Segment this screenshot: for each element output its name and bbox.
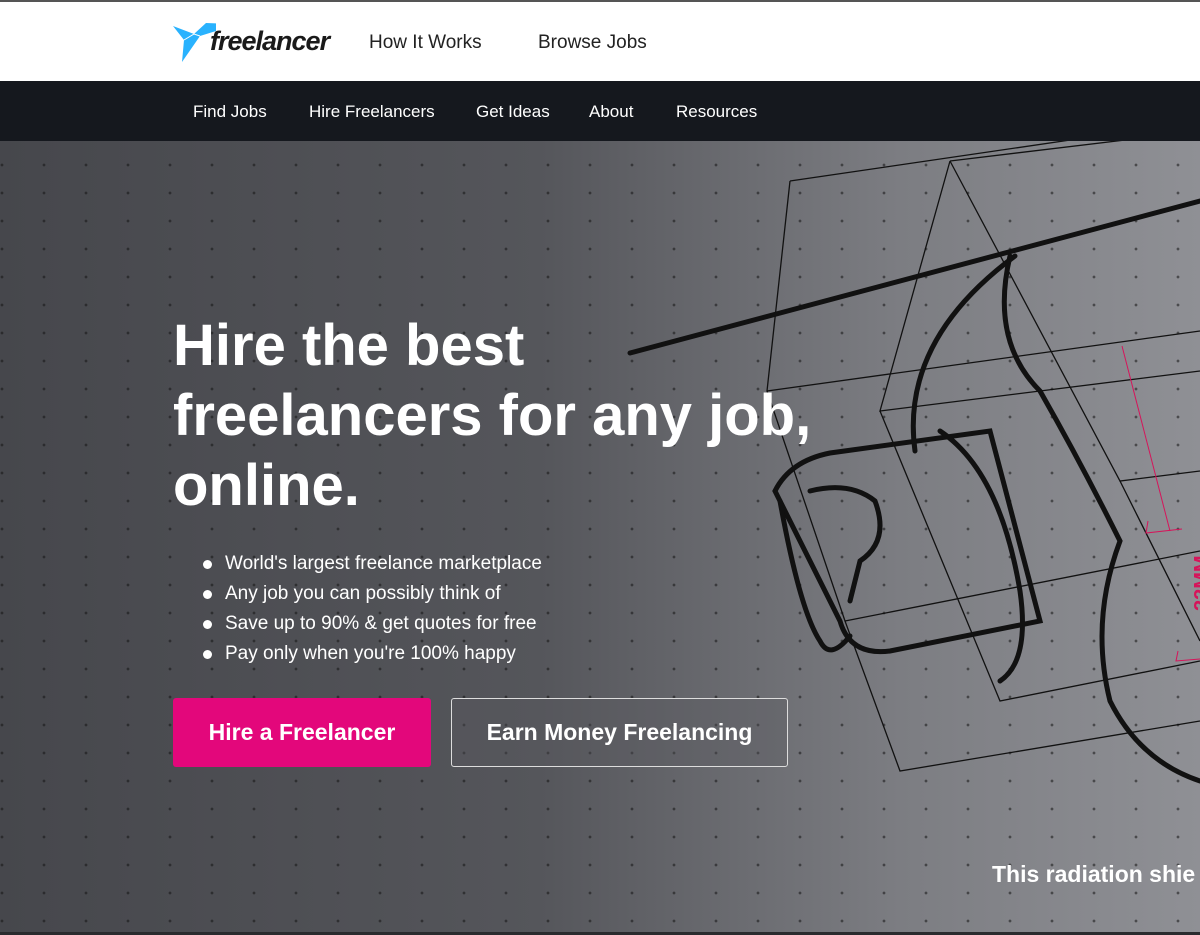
dimension-label: 22MM xyxy=(1191,555,1200,611)
main-nav: Find Jobs Hire Freelancers Get Ideas Abo… xyxy=(0,81,1200,141)
nav-find-jobs[interactable]: Find Jobs xyxy=(193,102,267,122)
hire-freelancer-button[interactable]: Hire a Freelancer xyxy=(173,698,431,767)
headline-line: Hire the best xyxy=(173,313,525,378)
nav-get-ideas[interactable]: Get Ideas xyxy=(476,102,550,122)
list-item: Any job you can possibly think of xyxy=(203,579,542,609)
list-item: World's largest freelance marketplace xyxy=(203,549,542,579)
list-item: Save up to 90% & get quotes for free xyxy=(203,609,542,639)
how-it-works-link[interactable]: How It Works xyxy=(369,32,482,54)
top-header: freelancer How It Works Browse Jobs xyxy=(0,0,1200,81)
earn-money-button[interactable]: Earn Money Freelancing xyxy=(451,698,788,767)
feature-list: World's largest freelance marketplace An… xyxy=(203,549,542,669)
nav-about[interactable]: About xyxy=(589,102,633,122)
browse-jobs-link[interactable]: Browse Jobs xyxy=(538,32,647,54)
sketch-illustration: 22MM xyxy=(627,141,1200,784)
headline-line: online. xyxy=(173,453,360,518)
freelancer-logo[interactable]: freelancer xyxy=(172,20,342,64)
hero-headline: Hire the best freelancers for any job, o… xyxy=(173,311,873,521)
nav-hire-freelancers[interactable]: Hire Freelancers xyxy=(309,102,435,122)
logo-wordmark: freelancer xyxy=(210,26,330,56)
hero-section: 22MM Hire the best freelancers for any j… xyxy=(0,141,1200,935)
image-caption: This radiation shie xyxy=(992,861,1196,887)
headline-line: freelancers for any job, xyxy=(173,383,812,448)
nav-resources[interactable]: Resources xyxy=(676,102,757,122)
list-item: Pay only when you're 100% happy xyxy=(203,639,542,669)
